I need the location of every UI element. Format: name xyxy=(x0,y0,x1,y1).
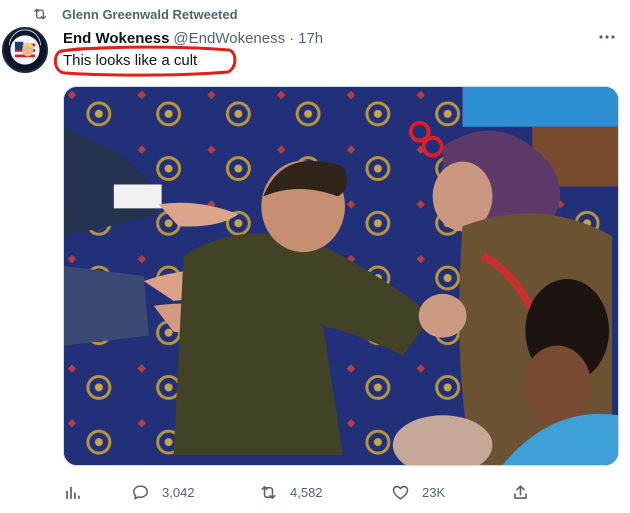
share-icon xyxy=(514,484,527,499)
tweet-photo[interactable] xyxy=(63,86,619,466)
like-button[interactable]: 23K xyxy=(391,480,445,504)
retweet-icon xyxy=(34,8,46,20)
retweet-context[interactable]: Glenn Greenwald Retweeted xyxy=(30,5,238,23)
reply-count: 3,042 xyxy=(162,484,195,500)
separator-dot: · xyxy=(289,29,295,47)
tweet-actions: 3,042 4,582 23K xyxy=(63,480,533,504)
tweet-header: End Wokeness @EndWokeness · 17h xyxy=(63,28,323,48)
retweet-button[interactable]: 4,582 xyxy=(259,480,323,504)
analytics-icon xyxy=(66,486,80,499)
heart-icon xyxy=(392,485,409,500)
share-button[interactable] xyxy=(511,480,530,504)
avatar[interactable] xyxy=(2,27,48,73)
author-name[interactable]: End Wokeness xyxy=(63,30,169,47)
reply-icon xyxy=(133,484,148,500)
like-count: 23K xyxy=(422,484,446,500)
timestamp[interactable]: 17h xyxy=(298,30,323,47)
retweet-count: 4,582 xyxy=(290,484,323,500)
retweet-label: Glenn Greenwald Retweeted xyxy=(62,6,238,22)
more-icon xyxy=(599,35,615,39)
retweet-icon xyxy=(261,485,276,499)
author-handle[interactable]: @EndWokeness xyxy=(173,30,285,47)
more-options-button[interactable] xyxy=(596,28,618,46)
photo-image xyxy=(64,87,618,465)
reply-button[interactable]: 3,042 xyxy=(131,480,195,504)
avatar-badge-image xyxy=(4,29,46,71)
tweet-text: This looks like a cult xyxy=(63,52,198,69)
analytics-button[interactable] xyxy=(63,480,82,504)
